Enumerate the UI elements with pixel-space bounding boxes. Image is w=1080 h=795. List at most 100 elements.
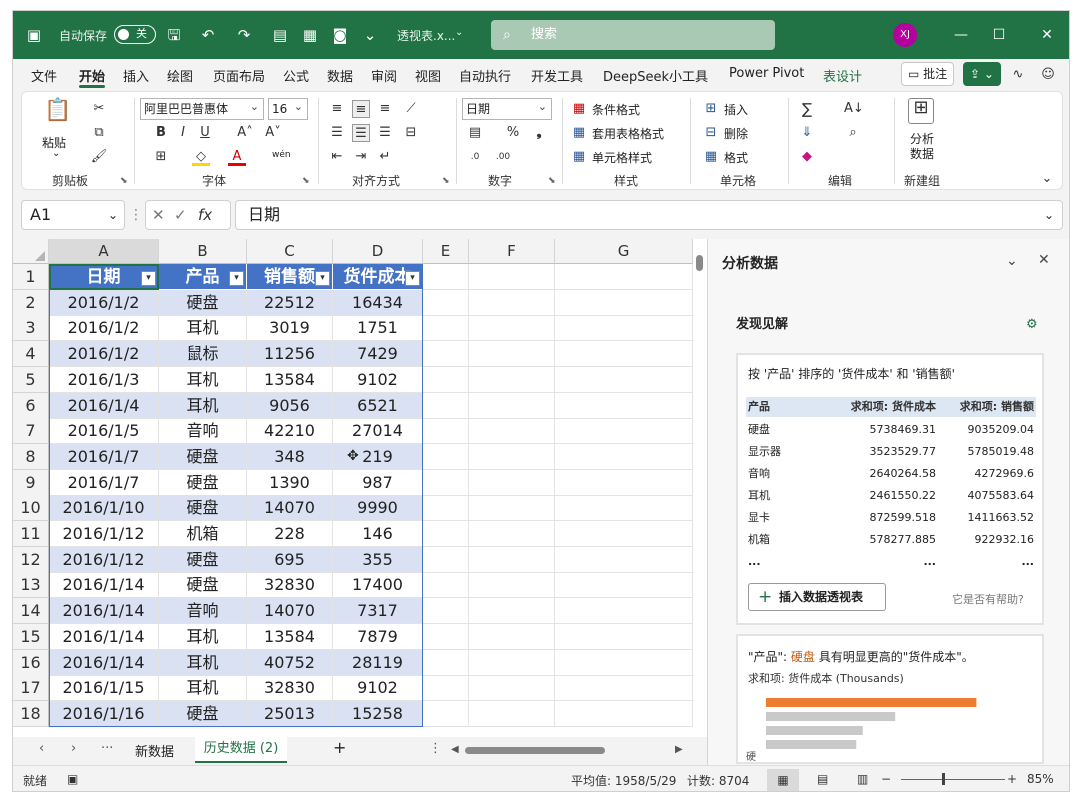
row-header[interactable]: 2 [13, 289, 49, 316]
row-header[interactable]: 6 [13, 392, 49, 419]
find-icon[interactable]: ⌕ [844, 124, 862, 142]
table-header-cell[interactable]: 销售额 [247, 264, 333, 290]
table-cell[interactable]: 硬盘 [159, 700, 247, 727]
empty-cell[interactable] [469, 418, 555, 445]
cell-styles-button[interactable]: 单元格样式 [592, 149, 652, 166]
delete-cells-icon[interactable]: ⊟ [702, 124, 720, 142]
clear-icon[interactable]: ◆ [798, 148, 816, 166]
empty-cell[interactable] [469, 572, 555, 599]
table-cell[interactable]: 2016/1/7 [49, 469, 159, 496]
table-cell[interactable]: 32830 [247, 675, 333, 702]
insert-cells-button[interactable]: 插入 [724, 101, 748, 118]
table-cell[interactable]: 355 [333, 546, 423, 573]
row-header[interactable]: 5 [13, 366, 49, 393]
empty-cell[interactable] [469, 264, 555, 290]
table-cell[interactable]: 耳机 [159, 392, 247, 419]
empty-cell[interactable] [555, 469, 693, 496]
empty-cell[interactable] [555, 598, 693, 625]
scroll-right-icon[interactable]: ▶ [675, 744, 683, 755]
table-cell[interactable]: 695 [247, 546, 333, 573]
merge-icon[interactable]: ⊟ [402, 124, 420, 142]
empty-cell[interactable] [555, 495, 693, 522]
table-cell[interactable]: 耳机 [159, 366, 247, 393]
table-cell[interactable]: 耳机 [159, 675, 247, 702]
empty-cell[interactable] [555, 623, 693, 650]
page-break-view-icon[interactable]: ▥ [857, 772, 868, 786]
table-cell[interactable]: 硬盘 [159, 443, 247, 470]
prev-sheet-icon[interactable]: ‹ [39, 741, 44, 756]
currency-icon[interactable]: ▤ [466, 124, 484, 142]
filename-chevron-icon[interactable]: ⌄ [455, 27, 463, 38]
insert-pivot-button[interactable]: + 插入数据透视表 [748, 583, 886, 611]
menu-automate[interactable]: 自动执行 [459, 66, 511, 85]
format-cells-icon[interactable]: ▦ [702, 148, 720, 166]
zoom-slider[interactable] [901, 779, 1005, 780]
menu-table-design[interactable]: 表设计 [823, 66, 862, 85]
table-cell[interactable]: 硬盘 [159, 546, 247, 573]
format-painter-icon[interactable]: 🖌 [90, 148, 108, 166]
name-box[interactable]: A1 ⌄ [21, 200, 125, 230]
row-header[interactable]: 14 [13, 598, 49, 625]
panel-collapse-icon[interactable]: ⌄ [1006, 253, 1018, 269]
font-size-dropdown[interactable]: 16 [268, 97, 308, 120]
empty-cell[interactable] [469, 392, 555, 419]
table-cell[interactable]: 2016/1/15 [49, 675, 159, 702]
sheet-tab-new-data[interactable]: 新数据 [135, 741, 174, 760]
insert-function-icon[interactable]: fx [198, 201, 212, 229]
table-cell[interactable]: 7429 [333, 341, 423, 368]
table-cell[interactable]: 17400 [333, 572, 423, 599]
empty-cell[interactable] [555, 546, 693, 573]
bold-icon[interactable]: B [152, 124, 170, 142]
empty-cell[interactable] [555, 443, 693, 470]
row-header[interactable]: 8 [13, 443, 49, 470]
cut-icon[interactable]: ✂ [90, 100, 108, 118]
menu-draw[interactable]: 绘图 [167, 66, 193, 85]
number-launcher-icon[interactable]: ⬊ [548, 176, 558, 186]
table-cell[interactable]: 2016/1/14 [49, 649, 159, 676]
menu-insert[interactable]: 插入 [123, 66, 149, 85]
empty-cell[interactable] [469, 598, 555, 625]
customize-icon[interactable]: ⌄ [359, 24, 381, 46]
empty-cell[interactable] [423, 469, 469, 496]
select-all-corner[interactable] [13, 239, 49, 264]
italic-icon[interactable]: I [174, 124, 192, 142]
empty-cell[interactable] [423, 443, 469, 470]
format-cells-button[interactable]: 格式 [724, 149, 748, 166]
empty-cell[interactable] [423, 598, 469, 625]
empty-cell[interactable] [423, 700, 469, 727]
table-cell[interactable]: 2016/1/3 [49, 366, 159, 393]
table-cell[interactable]: 2016/1/12 [49, 521, 159, 547]
zoom-out-icon[interactable]: − [881, 772, 891, 786]
copilot-icon[interactable]: ☺ [1039, 66, 1057, 84]
helpful-feedback-link[interactable]: 它是否有帮助? [952, 591, 1024, 607]
table-cell[interactable]: 2016/1/2 [49, 289, 159, 316]
column-header-f[interactable]: F [469, 239, 555, 264]
empty-cell[interactable] [423, 495, 469, 522]
undo-icon[interactable]: ↶ [197, 24, 219, 46]
zoom-level[interactable]: 85% [1027, 772, 1054, 786]
empty-cell[interactable] [423, 418, 469, 445]
menu-formulas[interactable]: 公式 [283, 66, 309, 85]
empty-cell[interactable] [555, 521, 693, 547]
empty-cell[interactable] [555, 392, 693, 419]
empty-cell[interactable] [423, 572, 469, 599]
table-cell[interactable]: 2016/1/10 [49, 495, 159, 522]
spellcheck-icon[interactable]: ▦ [299, 24, 321, 46]
row-header[interactable]: 3 [13, 315, 49, 342]
table-cell[interactable]: 9102 [333, 366, 423, 393]
align-left-icon[interactable]: ☰ [328, 124, 346, 142]
table-cell[interactable]: 硬盘 [159, 469, 247, 496]
table-cell[interactable]: 2016/1/4 [49, 392, 159, 419]
expand-formula-icon[interactable]: ⌄ [1044, 201, 1054, 229]
empty-cell[interactable] [469, 366, 555, 393]
empty-cell[interactable] [469, 521, 555, 547]
empty-cell[interactable] [555, 341, 693, 368]
table-cell[interactable]: 耳机 [159, 649, 247, 676]
insight-card-chart[interactable]: "产品": 硬盘 具有明显更高的"货件成本"。 求和项: 货件成本 (Thous… [736, 634, 1044, 764]
scroll-left-icon[interactable]: ◀ [451, 744, 459, 755]
empty-cell[interactable] [555, 418, 693, 445]
percent-icon[interactable]: % [504, 124, 522, 142]
column-header-g[interactable]: G [555, 239, 693, 264]
table-cell[interactable]: 2016/1/16 [49, 700, 159, 727]
increase-decimal-icon[interactable]: .0 [466, 148, 484, 166]
